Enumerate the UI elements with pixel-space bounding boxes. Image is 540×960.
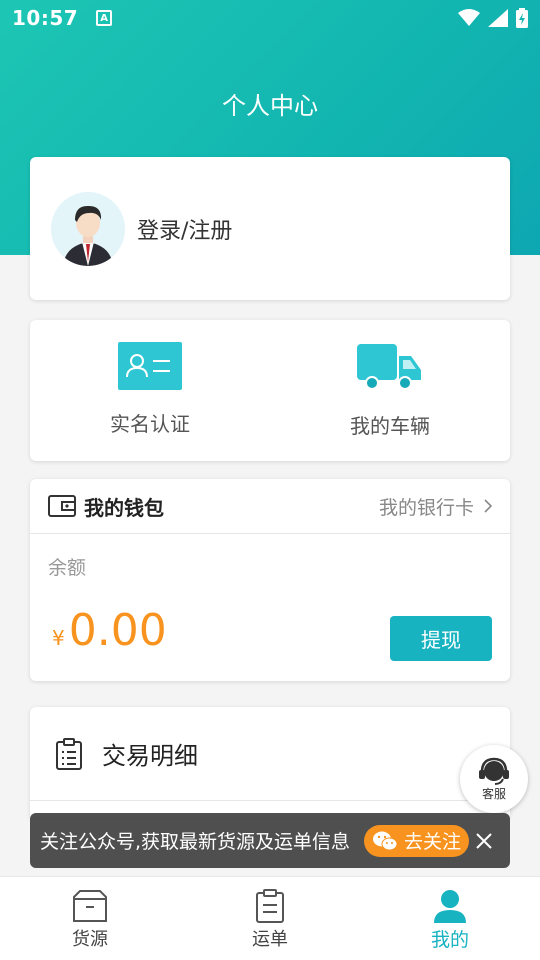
balance-label: 余额 xyxy=(48,557,87,579)
login-register-link[interactable]: 登录/注册 xyxy=(137,213,232,245)
bank-card-link[interactable]: 我的银行卡 xyxy=(379,493,492,520)
signal-icon xyxy=(488,9,508,27)
follow-banner: 关注公众号,获取最新货源及运单信息 去关注 xyxy=(30,813,510,868)
status-time: 10:57 xyxy=(12,6,79,30)
battery-icon xyxy=(516,8,528,28)
truck-icon xyxy=(357,344,421,390)
wallet-card: 我的钱包 我的银行卡 余额 ¥ 0.00 提现 xyxy=(30,479,510,681)
quick-item-label: 实名认证 xyxy=(110,412,190,436)
tab-mine[interactable]: 我的 xyxy=(360,877,540,960)
withdraw-button[interactable]: 提现 xyxy=(390,616,492,661)
tab-label: 运单 xyxy=(252,929,288,950)
avatar-person-icon xyxy=(51,191,125,266)
wechat-icon xyxy=(373,831,398,850)
customer-service-label: 客服 xyxy=(481,786,506,801)
close-icon[interactable] xyxy=(475,832,493,850)
status-bar: 10:57 A xyxy=(0,0,540,36)
customer-service-button[interactable]: 客服 xyxy=(460,745,528,813)
chevron-right-icon xyxy=(484,499,492,513)
wallet-header: 我的钱包 我的银行卡 xyxy=(30,479,510,534)
bottom-tab-bar: 货源 运单 我的 xyxy=(0,876,540,960)
bank-card-label: 我的银行卡 xyxy=(378,496,474,519)
tab-cargo[interactable]: 货源 xyxy=(0,877,180,960)
quick-item-real-name[interactable]: 实名认证 xyxy=(30,320,270,461)
balance-value: 0.00 xyxy=(68,605,167,656)
currency-symbol: ¥ xyxy=(52,626,65,650)
balance-amount: ¥ 0.00 xyxy=(52,605,167,656)
wifi-icon xyxy=(458,9,480,26)
avatar[interactable] xyxy=(51,191,125,266)
follow-button[interactable]: 去关注 xyxy=(364,824,470,857)
tab-label: 货源 xyxy=(72,929,108,950)
quick-item-my-vehicle[interactable]: 我的车辆 xyxy=(270,320,510,461)
follow-banner-text: 关注公众号,获取最新货源及运单信息 xyxy=(40,831,351,853)
person-icon xyxy=(434,890,466,923)
transactions-row[interactable]: 交易明细 xyxy=(30,707,510,801)
transactions-card: 交易明细 xyxy=(30,707,510,817)
notification-icon: A xyxy=(96,10,113,26)
quick-item-label: 我的车辆 xyxy=(350,414,430,438)
tab-waybill[interactable]: 运单 xyxy=(180,877,360,960)
id-card-icon xyxy=(118,342,182,390)
clipboard-icon xyxy=(256,889,284,923)
tab-label: 我的 xyxy=(430,929,469,951)
quick-actions-card: 实名认证 我的车辆 xyxy=(30,320,510,461)
transactions-label: 交易明细 xyxy=(102,742,198,770)
box-icon xyxy=(73,890,107,922)
page-title: 个人中心 xyxy=(222,92,318,120)
profile-card[interactable]: 登录/注册 xyxy=(30,157,510,300)
wallet-title: 我的钱包 xyxy=(84,495,164,520)
headset-icon xyxy=(479,757,509,785)
wallet-icon xyxy=(48,495,76,517)
follow-button-label: 去关注 xyxy=(404,831,462,853)
clipboard-list-icon xyxy=(56,737,82,770)
